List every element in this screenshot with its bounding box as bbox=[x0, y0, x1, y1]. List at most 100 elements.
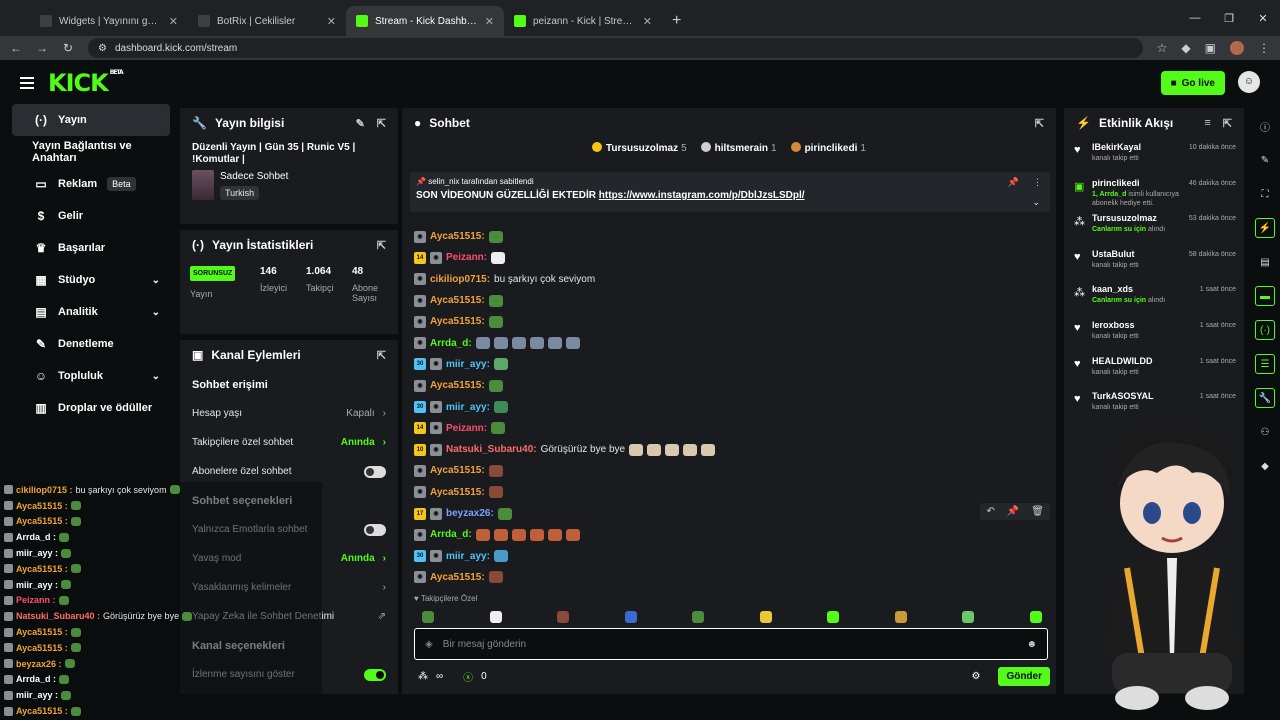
sidebar-item[interactable]: (·) Yayın bbox=[12, 104, 170, 136]
site-info-icon[interactable]: ⚙ bbox=[98, 43, 107, 54]
filter-icon[interactable]: ≡ bbox=[1204, 117, 1210, 130]
chat-username[interactable]: Arrda_d: bbox=[430, 338, 472, 349]
info-icon[interactable]: ⓘ bbox=[1255, 116, 1275, 136]
sidebar-item[interactable]: ▦ Stüdyo ⌄ bbox=[12, 264, 170, 296]
minimize-icon[interactable]: — bbox=[1178, 12, 1212, 24]
popout-icon[interactable]: ⇱ bbox=[1035, 117, 1044, 130]
toggle-switch[interactable] bbox=[364, 668, 386, 681]
chat-username[interactable]: Ayca51515: bbox=[430, 231, 485, 242]
broadcast-icon[interactable]: (·) bbox=[1255, 320, 1275, 340]
emote-icon[interactable] bbox=[1029, 611, 1042, 623]
pinned-message[interactable]: 📌 selin_nix tarafından sabitlendi SON Vİ… bbox=[410, 172, 1050, 212]
chat-message[interactable]: ◉ cikiliop0715: bu şarkıyı çok seviyom bbox=[414, 269, 1050, 290]
kick-logo[interactable]: KICK BETA bbox=[48, 69, 124, 97]
setting-row[interactable]: Hesap yaşı Kapalı › bbox=[180, 399, 398, 428]
chat-username[interactable]: Ayca51515: bbox=[430, 487, 485, 498]
chat-username[interactable]: Ayca51515: bbox=[430, 295, 485, 306]
tab-close-icon[interactable]: ✕ bbox=[485, 15, 494, 28]
activity-event[interactable]: ♥ IBekirKayal kanalı takip etti 10 dakika ö… bbox=[1064, 142, 1244, 178]
chat-username[interactable]: Arrda_d: bbox=[430, 529, 472, 540]
sidebar-item[interactable]: ▤ Analitik ⌄ bbox=[12, 296, 170, 328]
sidebar-item[interactable]: Yayın Bağlantısı ve Anahtarı bbox=[12, 136, 170, 168]
new-tab-icon[interactable]: + bbox=[662, 6, 691, 36]
chevron-right-icon[interactable]: › bbox=[383, 553, 386, 564]
chevron-down-icon[interactable]: ⌄ bbox=[152, 275, 160, 286]
popout-icon[interactable]: ⇱ bbox=[377, 117, 386, 130]
chat-message[interactable]: 30 ◉ miir_ayy: bbox=[414, 545, 1050, 566]
chat-message[interactable]: ◉ Ayca51515: bbox=[414, 375, 1050, 396]
more-options-icon[interactable]: ⋮ bbox=[1033, 177, 1042, 188]
tab-close-icon[interactable]: ✕ bbox=[643, 15, 652, 28]
chat-message[interactable]: 14 ◉ Peizann: bbox=[414, 418, 1050, 439]
tab-close-icon[interactable]: ✕ bbox=[327, 15, 336, 28]
sidebar-item[interactable]: ☺ Topluluk ⌄ bbox=[12, 360, 170, 392]
chevron-right-icon[interactable]: › bbox=[383, 437, 386, 448]
sidebar-item[interactable]: ▥ Droplar ve ödüller bbox=[12, 392, 170, 424]
activity-event[interactable]: ⁂ kaan_xds Canlarım su için alındı 1 saat ö… bbox=[1064, 284, 1244, 320]
sidebar-item[interactable]: $ Gelir bbox=[12, 200, 170, 232]
wrench-icon[interactable]: 🔧 bbox=[1255, 388, 1275, 408]
external-link-icon[interactable]: ⇗ bbox=[378, 611, 386, 622]
address-bar[interactable]: ⚙ dashboard.kick.com/stream bbox=[88, 38, 1143, 58]
bookmark-star-icon[interactable]: ☆ bbox=[1157, 41, 1168, 55]
toggle-switch[interactable] bbox=[364, 465, 386, 478]
activity-event[interactable]: ♥ leroxboss kanalı takip etti 1 saat önce bbox=[1064, 320, 1244, 356]
chevron-right-icon[interactable]: › bbox=[383, 582, 386, 593]
chat-message[interactable]: ◉ Ayca51515: bbox=[414, 482, 1050, 503]
activity-event[interactable]: ♥ HEALDWILDD kanalı takip etti 1 saat önce bbox=[1064, 356, 1244, 392]
activity-event[interactable]: ▣ pirinclikedi 1, Arrda_d isimli kullanıcı… bbox=[1064, 178, 1244, 214]
menu-dots-icon[interactable]: ⋮ bbox=[1258, 41, 1270, 55]
popout-icon[interactable]: ⇱ bbox=[377, 349, 386, 362]
popout-icon[interactable]: ⇱ bbox=[1223, 117, 1232, 130]
pin-icon[interactable]: 📌 bbox=[1008, 177, 1019, 188]
emote-icon[interactable] bbox=[624, 611, 637, 623]
chat-message[interactable]: ◉ Ayca51515: bbox=[414, 460, 1050, 481]
user-avatar[interactable]: ☺ bbox=[1238, 71, 1260, 93]
scan-icon[interactable]: ⛶ bbox=[1255, 184, 1275, 204]
emote-icon[interactable] bbox=[557, 611, 570, 623]
activity-event[interactable]: ⁂ Tursusuzolmaz Canlarım su için alındı 53 … bbox=[1064, 213, 1244, 249]
chat-username[interactable]: Ayca51515: bbox=[430, 572, 485, 583]
pin-icon[interactable]: 📌 bbox=[1007, 506, 1019, 517]
pinned-link[interactable]: https://www.instagram.com/p/DblJzsLSDpl/ bbox=[599, 190, 805, 201]
chat-message[interactable]: 10 ◉ Natsuki_Subaru40: Görüşürüz bye bye bbox=[414, 439, 1050, 460]
chat-input[interactable]: ◈ Bir mesaj gönderin ☻ bbox=[414, 628, 1048, 660]
chat-message[interactable]: ◉ Ayca51515: bbox=[414, 567, 1050, 588]
chevron-right-icon[interactable]: › bbox=[383, 408, 386, 419]
chat-username[interactable]: Peizann: bbox=[446, 252, 487, 263]
top-gifter[interactable]: pirinclikedi 1 bbox=[790, 142, 866, 154]
browser-tab[interactable]: Stream - Kick Dashboard ✕ bbox=[346, 6, 504, 36]
chat-username[interactable]: Natsuki_Subaru40: bbox=[446, 444, 537, 455]
emote-icon[interactable] bbox=[894, 611, 907, 623]
chat-message[interactable]: 30 ◉ miir_ayy: bbox=[414, 396, 1050, 417]
emoji-icon[interactable]: ☻ bbox=[1026, 639, 1037, 650]
emote-icon[interactable] bbox=[422, 611, 434, 623]
list-icon[interactable]: ☰ bbox=[1255, 354, 1275, 374]
chevron-down-icon[interactable]: ⌄ bbox=[152, 307, 160, 318]
delete-icon[interactable]: 🗑 bbox=[1031, 506, 1044, 517]
reply-icon[interactable]: ↶ bbox=[986, 506, 994, 517]
chat-username[interactable]: beyzax26: bbox=[446, 508, 494, 519]
extension-icon[interactable]: ◆ bbox=[1181, 41, 1190, 55]
chevron-down-icon[interactable]: ⌄ bbox=[152, 371, 160, 382]
top-gifter[interactable]: hiltsmerain 1 bbox=[700, 142, 777, 154]
go-live-button[interactable]: ■ Go live bbox=[1160, 71, 1225, 95]
settings-gear-icon[interactable]: ⚙ bbox=[971, 671, 980, 682]
puzzle-icon[interactable]: ▣ bbox=[1205, 41, 1216, 55]
browser-tab[interactable]: Widgets | Yayınını güçlendirme ✕ bbox=[30, 6, 188, 36]
emote-icon[interactable] bbox=[759, 611, 772, 623]
close-icon[interactable]: ✕ bbox=[1246, 12, 1280, 25]
tab-close-icon[interactable]: ✕ bbox=[169, 15, 178, 28]
chat-message[interactable]: 14 ◉ Peizann: bbox=[414, 247, 1050, 268]
top-gifter[interactable]: Tursusuzolmaz 5 bbox=[592, 142, 687, 154]
browser-tab[interactable]: peizann - Kick | StreamerStats ✕ bbox=[504, 6, 662, 36]
popout-icon[interactable]: ⇱ bbox=[377, 239, 386, 252]
chat-username[interactable]: Peizann: bbox=[446, 423, 487, 434]
forward-icon[interactable]: → bbox=[36, 41, 48, 55]
emote-icon[interactable] bbox=[962, 611, 975, 623]
chat-username[interactable]: miir_ayy: bbox=[446, 551, 490, 562]
back-icon[interactable]: ← bbox=[10, 41, 22, 55]
browser-tab[interactable]: BotRix | Cekilisler ✕ bbox=[188, 6, 346, 36]
chat-username[interactable]: miir_ayy: bbox=[446, 402, 490, 413]
sidebar-item[interactable]: ▭ Reklam Beta bbox=[12, 168, 170, 200]
